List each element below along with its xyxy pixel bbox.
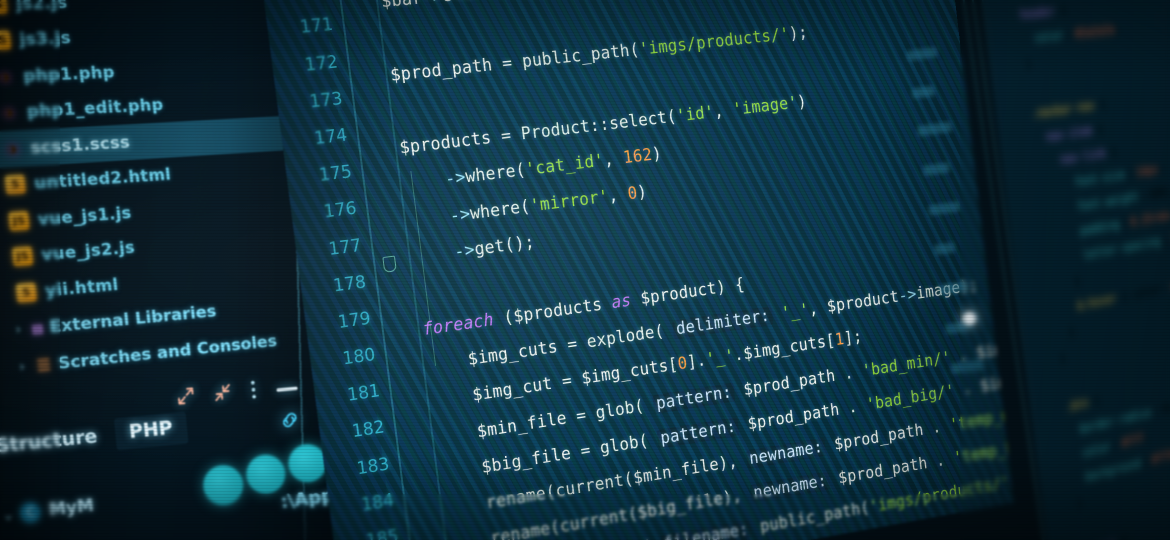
js-file-icon: JS [11, 246, 34, 267]
library-icon: ▤ [31, 318, 44, 339]
chevron-down-icon: ⌄ [3, 506, 14, 523]
file-item-label: yii.html [44, 275, 120, 301]
monitor-stage: JS js2.js JS js3.js ◑ php1.php ◑ php1_edit.php ◑… [0, 0, 1170, 540]
chevron-right-icon[interactable]: › [13, 322, 26, 338]
scratches-icon: ☰ [35, 355, 52, 376]
file-item-label: js2.js [14, 0, 69, 14]
code-fold-marker[interactable] [382, 255, 397, 273]
code-editor[interactable]: 1691701711721731741751761771781791801811… [254, 0, 1014, 540]
js-file-icon: JS [0, 0, 8, 14]
vcs-status-label: MyM [48, 495, 95, 521]
file-item-label: php1_edit.php [25, 95, 165, 122]
minimap-marker-dot[interactable] [963, 312, 976, 325]
file-item-label: js3.js [18, 28, 72, 50]
file-item-label: vue_js2.js [40, 238, 136, 265]
file-item-label: php1.php [22, 62, 116, 86]
php-file-icon: ◑ [0, 69, 10, 84]
class-badge-icon: C [20, 501, 42, 523]
line-number[interactable]: 171 [270, 6, 346, 50]
ide-screen-photo: JS js2.js JS js3.js ◑ php1.php ◑ php1_edit.php ◑… [0, 0, 1170, 540]
tool-tab-structure[interactable]: Structure [0, 425, 98, 457]
file-item-label: vue_js1.js [36, 203, 133, 229]
html-file-icon: 5 [4, 174, 26, 195]
file-item-label: scss1.scss [29, 132, 131, 158]
php-file-icon: ◑ [2, 106, 14, 120]
html-file-icon: 5 [15, 282, 37, 303]
js-file-icon: JS [0, 30, 12, 51]
chevron-right-icon[interactable]: › [17, 359, 30, 376]
js-file-icon: JS [8, 210, 30, 231]
tool-tab-php[interactable]: PHP [113, 411, 189, 451]
scss-file-icon: ◑ [5, 142, 18, 156]
file-item-label: untitled2.html [33, 165, 172, 193]
